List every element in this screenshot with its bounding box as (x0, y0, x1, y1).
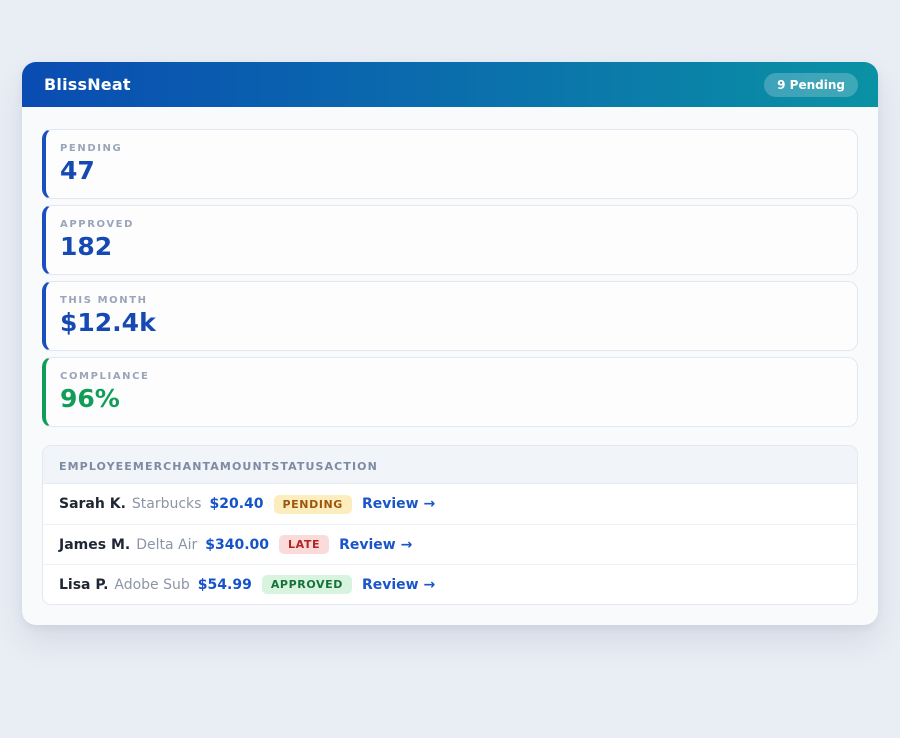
stat-value: 96% (60, 385, 841, 414)
app-header: BlissNeat 9 Pending (22, 62, 878, 107)
stat-label: THIS MONTH (60, 295, 841, 306)
expense-amount: $340.00 (205, 537, 269, 553)
column-header-status: STATUS (271, 460, 324, 473)
expense-dashboard-card: BlissNeat 9 Pending PENDING 47 APPROVED … (22, 62, 878, 625)
review-link[interactable]: Review → (362, 496, 435, 512)
stat-card-this-month: THIS MONTH $12.4k (42, 281, 858, 351)
status-badge: LATE (279, 535, 329, 554)
stat-card-compliance: COMPLIANCE 96% (42, 357, 858, 427)
column-header-action: ACTION (325, 460, 378, 473)
employee-name: Sarah K. (59, 496, 126, 512)
column-header-employee: EMPLOYEE (59, 460, 133, 473)
stat-label: PENDING (60, 143, 841, 154)
stat-label: APPROVED (60, 219, 841, 230)
status-badge: PENDING (274, 495, 352, 514)
column-header-amount: AMOUNT (210, 460, 271, 473)
table-header-row: EMPLOYEEMERCHANTAMOUNTSTATUSACTION (43, 446, 857, 484)
stat-value: 182 (60, 233, 841, 262)
dashboard-content: PENDING 47 APPROVED 182 THIS MONTH $12.4… (22, 107, 878, 625)
stat-label: COMPLIANCE (60, 371, 841, 382)
stat-value: $12.4k (60, 309, 841, 338)
status-badge: APPROVED (262, 575, 352, 594)
app-title: BlissNeat (44, 75, 131, 94)
stat-card-pending: PENDING 47 (42, 129, 858, 199)
employee-name: James M. (59, 537, 130, 553)
table-row: Sarah K. Starbucks $20.40 PENDING Review… (43, 484, 857, 524)
merchant-name: Starbucks (132, 496, 202, 512)
merchant-name: Adobe Sub (114, 577, 189, 593)
expense-amount: $20.40 (209, 496, 263, 512)
review-link[interactable]: Review → (362, 577, 435, 593)
stat-value: 47 (60, 157, 841, 186)
stat-card-approved: APPROVED 182 (42, 205, 858, 275)
expense-table: EMPLOYEEMERCHANTAMOUNTSTATUSACTION Sarah… (42, 445, 858, 605)
table-row: Lisa P. Adobe Sub $54.99 APPROVED Review… (43, 564, 857, 604)
pending-count-badge: 9 Pending (764, 73, 858, 97)
table-row: James M. Delta Air $340.00 LATE Review → (43, 524, 857, 564)
column-header-merchant: MERCHANT (133, 460, 210, 473)
review-link[interactable]: Review → (339, 537, 412, 553)
employee-name: Lisa P. (59, 577, 108, 593)
merchant-name: Delta Air (136, 537, 197, 553)
expense-amount: $54.99 (198, 577, 252, 593)
